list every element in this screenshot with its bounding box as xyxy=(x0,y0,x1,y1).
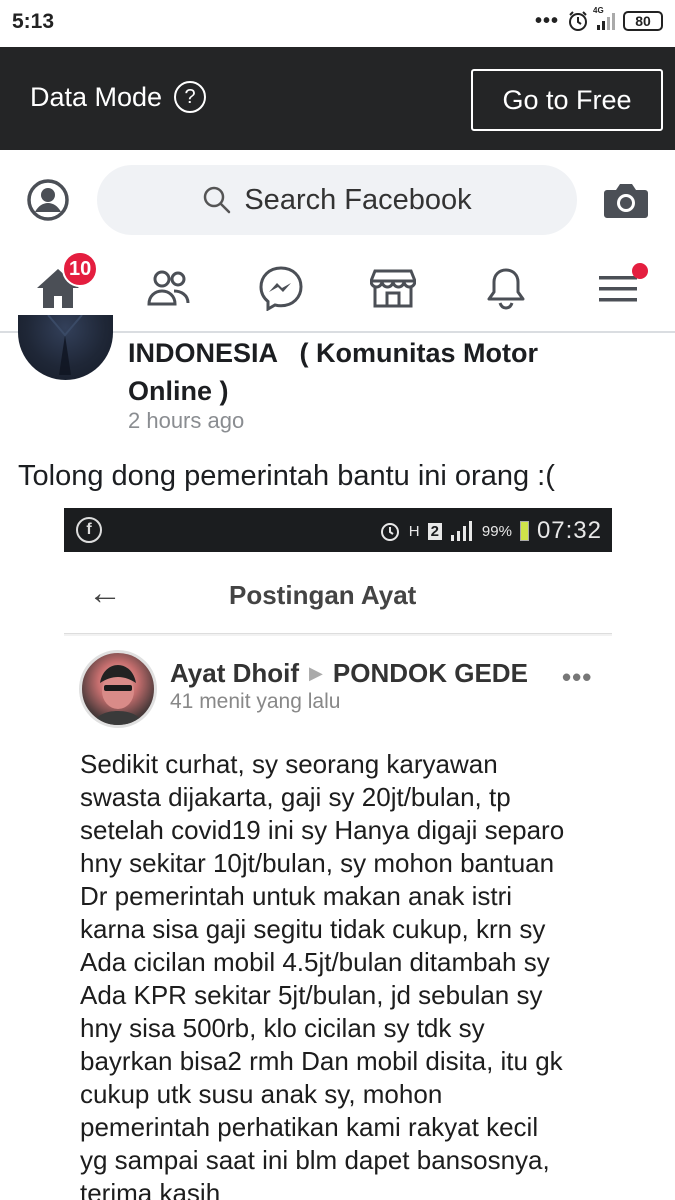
embedded-author-avatar xyxy=(79,650,157,728)
back-arrow-icon: ← xyxy=(88,574,122,612)
go-to-free-button[interactable]: Go to Free xyxy=(471,69,663,131)
messenger-icon xyxy=(259,266,303,311)
alarm-icon xyxy=(569,11,587,31)
menu-notification-dot xyxy=(632,263,648,279)
battery-icon xyxy=(519,521,529,541)
body-line: Sedikit curhat, sy seorang karyawan xyxy=(80,749,498,779)
status-bar: 5:13 ••• 4G 80 xyxy=(0,0,675,47)
post-text: Tolong dong pemerintah bantu ini orang :… xyxy=(18,460,555,492)
body-line: yg sampai saat ini blm dapet bansosnya, xyxy=(80,1145,550,1175)
avatar-image xyxy=(92,665,144,725)
data-mode-bar: Data Mode ? Go to Free xyxy=(0,47,675,150)
search-input[interactable]: Search Facebook xyxy=(97,165,577,235)
body-line: karna sisa gaji segitu tidak cukup, krn … xyxy=(80,914,546,944)
embedded-author-name: Ayat Dhoif xyxy=(170,658,300,688)
cell-signal-icon xyxy=(450,521,472,541)
data-mode-label: Data Mode xyxy=(30,81,163,112)
embedded-header: ← Postingan Ayat xyxy=(64,552,612,634)
body-line: Dr pemerintah untuk makan anak istri xyxy=(80,881,513,911)
body-line: setelah covid19 ini sy Hanya digaji sepa… xyxy=(80,815,565,845)
embedded-status-bar: f H 2 99% 07:32 xyxy=(64,508,612,552)
embedded-network-h: H xyxy=(408,522,420,540)
embedded-battery-percent: 99% xyxy=(481,522,512,540)
more-options-icon: ••• xyxy=(562,662,593,692)
tab-menu[interactable] xyxy=(590,263,648,313)
embedded-header-title: Postingan Ayat xyxy=(229,580,417,610)
embedded-post-body: Sedikit curhat, sy seorang karyawan swas… xyxy=(80,748,600,1200)
body-line: bayrkan bisa2 rmh Dan mobil disita, itu … xyxy=(80,1046,563,1076)
notification-badge: 10 xyxy=(62,251,99,287)
tab-marketplace[interactable] xyxy=(365,263,421,313)
bell-icon xyxy=(487,268,525,310)
friends-icon xyxy=(147,270,190,306)
embedded-author-line: Ayat Dhoif ▶ PONDOK GEDE xyxy=(170,658,528,689)
body-line: hny sekitar 10jt/bulan, sy mohon bantuan xyxy=(80,848,555,878)
alarm-icon xyxy=(380,523,399,541)
battery-icon: 80 xyxy=(623,11,663,31)
facebook-icon: f xyxy=(76,517,102,543)
embedded-status-time: 07:32 xyxy=(536,517,602,544)
data-mode-label-group: Data Mode ? xyxy=(30,81,207,113)
tab-messenger[interactable] xyxy=(253,263,309,313)
body-line: swasta dijakarta, gaji sy 20jt/bulan, tp xyxy=(80,782,511,812)
group-name[interactable]: INDONESIA ( Komunitas Motor Online ) xyxy=(128,334,648,410)
avatar-image xyxy=(47,315,83,375)
help-icon[interactable]: ? xyxy=(174,81,207,113)
group-name-line2: Online ) xyxy=(128,376,229,406)
tab-notifications[interactable] xyxy=(478,263,534,313)
embedded-post-card: Ayat Dhoif ▶ PONDOK GEDE 41 menit yang l… xyxy=(64,636,612,1200)
post-image[interactable]: f H 2 99% 07:32 ← Postingan Ayat Ayat Dh… xyxy=(64,508,612,1200)
group-avatar[interactable] xyxy=(18,315,113,380)
body-line: hny sisa 500rb, klo cicilan sy tdk sy xyxy=(80,1013,485,1043)
body-line: Ada KPR sekitar 5jt/bulan, jd sebulan sy xyxy=(80,980,543,1010)
search-placeholder: Search Facebook xyxy=(244,183,472,216)
embedded-sim-label: 2 xyxy=(427,522,442,540)
arrow-right-icon: ▶ xyxy=(309,663,323,683)
embedded-status-icons: H 2 99% 07:32 xyxy=(379,517,602,545)
status-icons: ••• 4G 80 xyxy=(534,6,663,32)
embedded-location: PONDOK GEDE xyxy=(332,658,528,688)
tab-friends[interactable] xyxy=(141,263,197,313)
group-name-line1: INDONESIA ( Komunitas Motor xyxy=(128,338,538,368)
camera-icon[interactable] xyxy=(603,180,649,220)
profile-icon[interactable] xyxy=(26,178,70,222)
network-type-label: 4G xyxy=(593,6,604,15)
tab-home[interactable]: 10 xyxy=(30,251,99,313)
marketplace-icon xyxy=(370,269,416,308)
more-notifications-icon: ••• xyxy=(534,10,559,32)
body-line: pemerintah perhatikan kami rakyat kecil xyxy=(80,1112,539,1142)
body-line: Ada cicilan mobil 4.5jt/bulan ditambah s… xyxy=(80,947,550,977)
status-time: 5:13 xyxy=(12,10,55,33)
cell-signal-icon: 4G xyxy=(593,6,615,30)
search-icon xyxy=(204,186,231,214)
embedded-timestamp: 41 menit yang lalu xyxy=(170,690,341,713)
post-timestamp[interactable]: 2 hours ago xyxy=(128,408,244,434)
body-line: terima kasih xyxy=(80,1178,221,1200)
search-row: Search Facebook xyxy=(0,150,675,245)
body-line: cukup utk susu anak sy, mohon xyxy=(80,1079,443,1109)
